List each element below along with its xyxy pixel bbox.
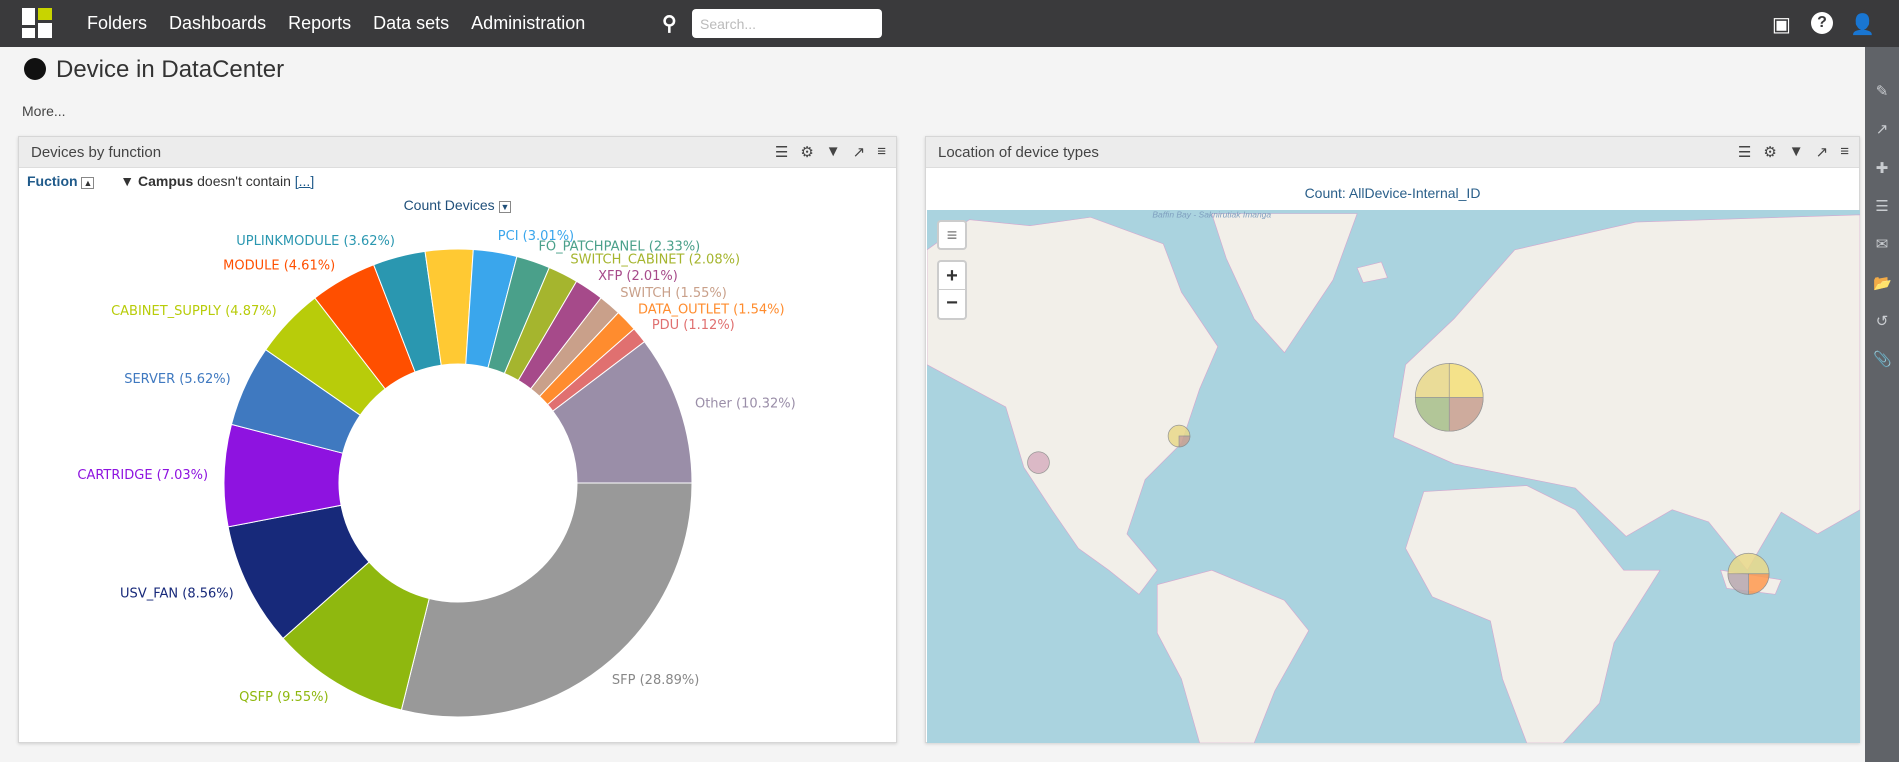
gear-icon[interactable]: ⚙ bbox=[1763, 143, 1776, 161]
layers-icon[interactable]: ≡ bbox=[1840, 143, 1849, 161]
slice-label: MODULE (4.61%) bbox=[223, 258, 335, 273]
zoom-in-button[interactable]: + bbox=[939, 262, 965, 290]
slice-label: XFP (2.01%) bbox=[598, 269, 678, 284]
slice-label: SWITCH_CABINET (2.08%) bbox=[570, 253, 740, 268]
donut-chart: SFP (28.89%) QSFP (9.55%) USV_FAN (8.56%) C… bbox=[77, 229, 796, 718]
map[interactable]: Baffin Bay - Saknirutiak Imanga ≡ + − bbox=[927, 210, 1860, 743]
app-logo[interactable] bbox=[22, 8, 52, 38]
export-icon[interactable]: ↗ bbox=[853, 143, 866, 161]
zoom-out-button[interactable]: − bbox=[939, 290, 965, 318]
location-panel: Location of device types ☰ ⚙ ▼ ↗ ≡ Count… bbox=[925, 136, 1860, 743]
more-link[interactable]: More... bbox=[22, 103, 66, 119]
page-title: Device in DataCenter bbox=[56, 56, 285, 83]
layers-control[interactable]: ≡ bbox=[937, 220, 967, 250]
panel-title: Devices by function bbox=[31, 144, 162, 161]
filter-icon[interactable]: ▼ bbox=[826, 143, 841, 161]
north-america bbox=[927, 216, 1219, 595]
slice-label: SWITCH (1.55%) bbox=[620, 286, 727, 301]
slice-label: Other (10.32%) bbox=[695, 396, 796, 411]
nav-dashboards[interactable]: Dashboards bbox=[169, 13, 266, 34]
zoom-control: + − bbox=[937, 260, 967, 320]
image-icon[interactable]: ▣ bbox=[1772, 12, 1791, 37]
panel-title: Location of device types bbox=[938, 144, 1099, 161]
slice-label: SFP (28.89%) bbox=[612, 673, 699, 688]
history-icon[interactable]: ↺ bbox=[1873, 312, 1891, 330]
filter-icon[interactable]: ▼ bbox=[1789, 143, 1804, 161]
sliders-icon[interactable]: ☰ bbox=[1738, 143, 1751, 161]
settings-sliders-icon[interactable]: ☰ bbox=[1873, 197, 1891, 215]
user-icon[interactable]: 👤 bbox=[1850, 12, 1875, 37]
folder-open-icon[interactable]: 📂 bbox=[1873, 274, 1892, 292]
devices-by-function-panel: Devices by function ☰ ⚙ ▼ ↗ ≡ Fuction ▲ … bbox=[18, 136, 897, 743]
map-label: Baffin Bay - Saknirutiak Imanga bbox=[1152, 210, 1271, 219]
slice-label: UPLINKMODULE (3.62%) bbox=[236, 234, 395, 249]
slice-label: USV_FAN (8.56%) bbox=[120, 586, 234, 601]
slice-label: QSFP (9.55%) bbox=[239, 690, 328, 705]
slice-label: SERVER (5.62%) bbox=[124, 372, 231, 387]
map-marker-california[interactable] bbox=[1027, 451, 1050, 474]
greenland bbox=[1211, 213, 1358, 354]
layers-icon[interactable]: ≡ bbox=[877, 143, 886, 161]
nav-administration[interactable]: Administration bbox=[471, 13, 585, 34]
share-icon[interactable]: ↗ bbox=[1873, 120, 1891, 138]
nav-data-sets[interactable]: Data sets bbox=[373, 13, 449, 34]
search-input[interactable] bbox=[692, 9, 882, 38]
attachment-icon[interactable]: 📎 bbox=[1873, 350, 1892, 368]
search-icon[interactable]: ⚲ bbox=[662, 11, 677, 36]
comments-icon[interactable]: ✉ bbox=[1873, 235, 1891, 253]
slice-label: CABINET_SUPPLY (4.87%) bbox=[111, 304, 277, 319]
map-measure: Count: AllDevice-Internal_ID bbox=[1304, 185, 1481, 201]
add-user-icon[interactable]: ✚ bbox=[1873, 159, 1891, 177]
slice-label: PDU (1.12%) bbox=[652, 318, 735, 333]
edit-icon[interactable]: ✎ bbox=[1873, 82, 1891, 100]
help-icon[interactable]: ? bbox=[1811, 12, 1833, 34]
top-nav: Folders Dashboards Reports Data sets Adm… bbox=[0, 0, 1899, 47]
iceland bbox=[1356, 261, 1388, 283]
south-america bbox=[1156, 569, 1310, 743]
nav-folders[interactable]: Folders bbox=[87, 13, 147, 34]
right-toolbar: ✎ ↗ ✚ ☰ ✉ 📂 ↺ 📎 bbox=[1865, 47, 1899, 762]
export-icon[interactable]: ↗ bbox=[1816, 143, 1829, 161]
slice-label: CARTRIDGE (7.03%) bbox=[77, 468, 208, 483]
sliders-icon[interactable]: ☰ bbox=[775, 143, 788, 161]
slice-label: DATA_OUTLET (1.54%) bbox=[638, 302, 785, 317]
report-icon bbox=[24, 58, 46, 80]
gear-icon[interactable]: ⚙ bbox=[800, 143, 813, 161]
nav-reports[interactable]: Reports bbox=[288, 13, 351, 34]
